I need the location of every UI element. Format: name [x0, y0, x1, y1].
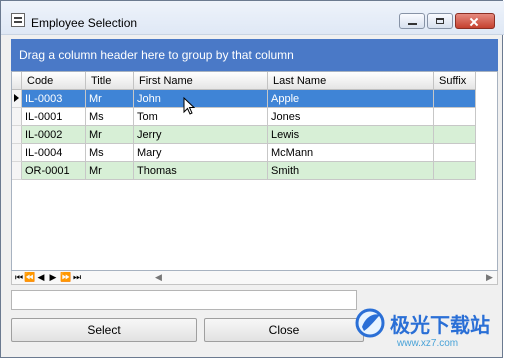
cell-first-name[interactable]: Tom [134, 108, 268, 126]
filter-input[interactable] [11, 290, 357, 310]
row-selector[interactable] [12, 108, 22, 126]
group-by-hint: Drag a column header here to group by th… [19, 48, 294, 62]
cell-title[interactable]: Mr [86, 126, 134, 144]
row-selector[interactable] [12, 126, 22, 144]
column-header-last-name[interactable]: Last Name [268, 72, 434, 90]
cell-code[interactable]: IL-0001 [22, 108, 86, 126]
cell-last-name[interactable]: Jones [268, 108, 434, 126]
watermark-logo-icon [355, 308, 385, 338]
watermark-text: 极光下载站 [390, 315, 490, 337]
select-button[interactable]: Select [11, 318, 197, 342]
cell-suffix[interactable] [434, 144, 476, 162]
mouse-cursor-icon [183, 97, 195, 115]
next-record-button[interactable]: ▶ [48, 272, 58, 282]
cell-suffix[interactable] [434, 108, 476, 126]
watermark-url: www.xz7.com [397, 338, 459, 349]
group-by-panel[interactable]: Drag a column header here to group by th… [11, 39, 498, 71]
employee-selection-window: Employee Selection Drag a column header … [0, 0, 504, 358]
employee-grid[interactable]: Code Title First Name Last Name Suffix I… [11, 71, 498, 271]
grid-navigation-bar: ⏮ ⏪ ◀ ▶ ⏩ ⏭ ◀ ▶ [11, 271, 498, 285]
cell-suffix[interactable] [434, 162, 476, 180]
scroll-right-arrow-icon[interactable]: ▶ [486, 272, 493, 283]
previous-page-button[interactable]: ⏪ [24, 272, 35, 282]
close-window-button[interactable] [455, 13, 495, 29]
cell-code[interactable]: IL-0002 [22, 126, 86, 144]
cell-first-name[interactable]: Thomas [134, 162, 268, 180]
cell-code[interactable]: OR-0001 [22, 162, 86, 180]
cell-last-name[interactable]: Lewis [268, 126, 434, 144]
cell-suffix[interactable] [434, 126, 476, 144]
form-icon [11, 13, 25, 27]
next-page-button[interactable]: ⏩ [60, 272, 71, 282]
cell-suffix[interactable] [434, 90, 476, 108]
row-selector[interactable] [12, 162, 22, 180]
scroll-left-arrow-icon[interactable]: ◀ [155, 272, 162, 283]
cell-first-name[interactable]: Mary [134, 144, 268, 162]
cell-last-name[interactable]: McMann [268, 144, 434, 162]
column-header-suffix[interactable]: Suffix [434, 72, 476, 90]
first-record-button[interactable]: ⏮ [14, 272, 24, 282]
maximize-button[interactable] [427, 13, 453, 29]
cell-title[interactable]: Mr [86, 90, 134, 108]
row-indicator-header [12, 72, 22, 90]
cell-last-name[interactable]: Smith [268, 162, 434, 180]
cell-title[interactable]: Ms [86, 108, 134, 126]
cell-first-name[interactable]: John [134, 90, 268, 108]
cell-code[interactable]: IL-0003 [22, 90, 86, 108]
cell-code[interactable]: IL-0004 [22, 144, 86, 162]
cell-title[interactable]: Ms [86, 144, 134, 162]
close-button[interactable]: Close [204, 318, 364, 342]
row-selector[interactable] [12, 144, 22, 162]
cell-title[interactable]: Mr [86, 162, 134, 180]
window-title: Employee Selection [31, 16, 138, 30]
column-header-title[interactable]: Title [86, 72, 134, 90]
column-header-first-name[interactable]: First Name [134, 72, 268, 90]
last-record-button[interactable]: ⏭ [72, 272, 82, 282]
cell-first-name[interactable]: Jerry [134, 126, 268, 144]
title-bar[interactable]: Employee Selection [1, 1, 504, 35]
current-row-indicator[interactable] [12, 90, 22, 108]
cell-last-name[interactable]: Apple [268, 90, 434, 108]
column-header-code[interactable]: Code [22, 72, 86, 90]
minimize-button[interactable] [399, 13, 425, 29]
previous-record-button[interactable]: ◀ [36, 272, 46, 282]
